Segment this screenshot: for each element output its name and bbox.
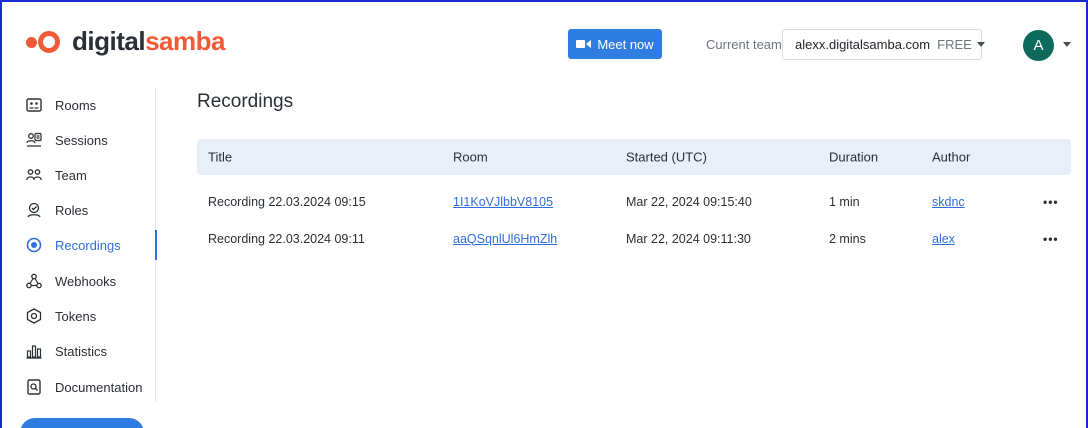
recording-title: Recording 22.03.2024 09:15: [208, 194, 366, 209]
team-select[interactable]: alexx.digitalsamba.com FREE: [782, 29, 985, 60]
sidebar-item-tokens[interactable]: Tokens: [2, 301, 156, 331]
documentation-icon: [26, 379, 42, 395]
recordings-table: Title Room Started (UTC) Duration Author…: [197, 139, 1071, 257]
statistics-icon: [26, 343, 42, 359]
sidebar: Rooms Sessions Team Roles Recordings Web…: [2, 88, 157, 402]
sidebar-item-roles[interactable]: Roles: [2, 195, 156, 225]
webhooks-icon: [26, 273, 42, 289]
duration: 1 min: [829, 194, 860, 209]
sidebar-item-label: Sessions: [55, 132, 108, 148]
sidebar-item-label: Documentation: [55, 379, 143, 395]
sidebar-item-label: Recordings: [55, 237, 121, 253]
duration: 2 mins: [829, 231, 866, 246]
sessions-icon: [26, 132, 42, 148]
started-time: Mar 22, 2024 09:11:30: [626, 231, 751, 246]
page-title: Recordings: [197, 91, 294, 112]
column-header-title[interactable]: Title: [208, 150, 232, 165]
recordings-icon: [26, 237, 42, 253]
logo-word-part2: samba: [145, 26, 225, 56]
app-frame: digitalsamba Meet now Current team alexx…: [0, 0, 1088, 428]
column-header-room[interactable]: Room: [453, 150, 488, 165]
team-icon: [26, 167, 42, 183]
chevron-down-icon: [976, 42, 985, 47]
rooms-icon: [26, 97, 42, 113]
logo-word-part1: digital: [72, 26, 146, 56]
current-team-label: Current team: [706, 37, 782, 52]
meet-now-label: Meet now: [597, 36, 654, 52]
sidebar-item-label: Team: [55, 167, 87, 183]
sidebar-item-rooms[interactable]: Rooms: [2, 90, 156, 120]
video-camera-icon: [576, 40, 592, 48]
sidebar-item-label: Webhooks: [55, 273, 117, 289]
column-header-duration[interactable]: Duration: [829, 150, 878, 165]
sidebar-item-label: Rooms: [55, 97, 97, 113]
sidebar-item-team[interactable]: Team: [2, 160, 156, 190]
started-time: Mar 22, 2024 09:15:40: [626, 194, 752, 209]
tokens-icon: [26, 308, 42, 324]
table-row: Recording 22.03.2024 09:11 aaQSqnlUl6HmZ…: [197, 220, 1071, 257]
column-header-author[interactable]: Author: [932, 150, 970, 165]
author-link[interactable]: alex: [932, 232, 955, 246]
bottom-action-button[interactable]: [20, 418, 144, 428]
room-link[interactable]: aaQSqnlUl6HmZlh: [453, 232, 557, 246]
user-avatar[interactable]: A: [1023, 30, 1054, 61]
sidebar-item-webhooks[interactable]: Webhooks: [2, 266, 156, 296]
avatar-menu-chevron-icon[interactable]: [1063, 42, 1071, 47]
meet-now-button[interactable]: Meet now: [568, 29, 662, 59]
sidebar-item-recordings[interactable]: Recordings: [2, 230, 157, 260]
roles-icon: [26, 202, 42, 218]
table-header: Title Room Started (UTC) Duration Author: [197, 139, 1071, 175]
logo-wordmark: digitalsamba: [72, 28, 225, 54]
table-row: Recording 22.03.2024 09:15 1I1KoVJlbbV81…: [197, 183, 1071, 220]
team-plan-badge: FREE: [937, 37, 972, 52]
sidebar-item-sessions[interactable]: Sessions: [2, 125, 156, 155]
sidebar-item-label: Tokens: [55, 308, 97, 324]
digitalsamba-logo[interactable]: digitalsamba: [26, 28, 225, 54]
sidebar-item-label: Roles: [55, 202, 89, 218]
more-options-icon[interactable]: •••: [1043, 195, 1059, 209]
sidebar-item-label: Statistics: [55, 343, 108, 359]
sidebar-item-statistics[interactable]: Statistics: [2, 336, 156, 366]
column-header-started[interactable]: Started (UTC): [626, 150, 707, 165]
sidebar-item-documentation[interactable]: Documentation: [2, 372, 156, 402]
recording-title: Recording 22.03.2024 09:11: [208, 231, 365, 246]
team-name: alexx.digitalsamba.com: [795, 37, 931, 52]
room-link[interactable]: 1I1KoVJlbbV8105: [453, 195, 553, 209]
author-link[interactable]: skdnc: [932, 195, 965, 209]
more-options-icon[interactable]: •••: [1043, 232, 1059, 246]
logo-mark-icon: [26, 28, 64, 54]
